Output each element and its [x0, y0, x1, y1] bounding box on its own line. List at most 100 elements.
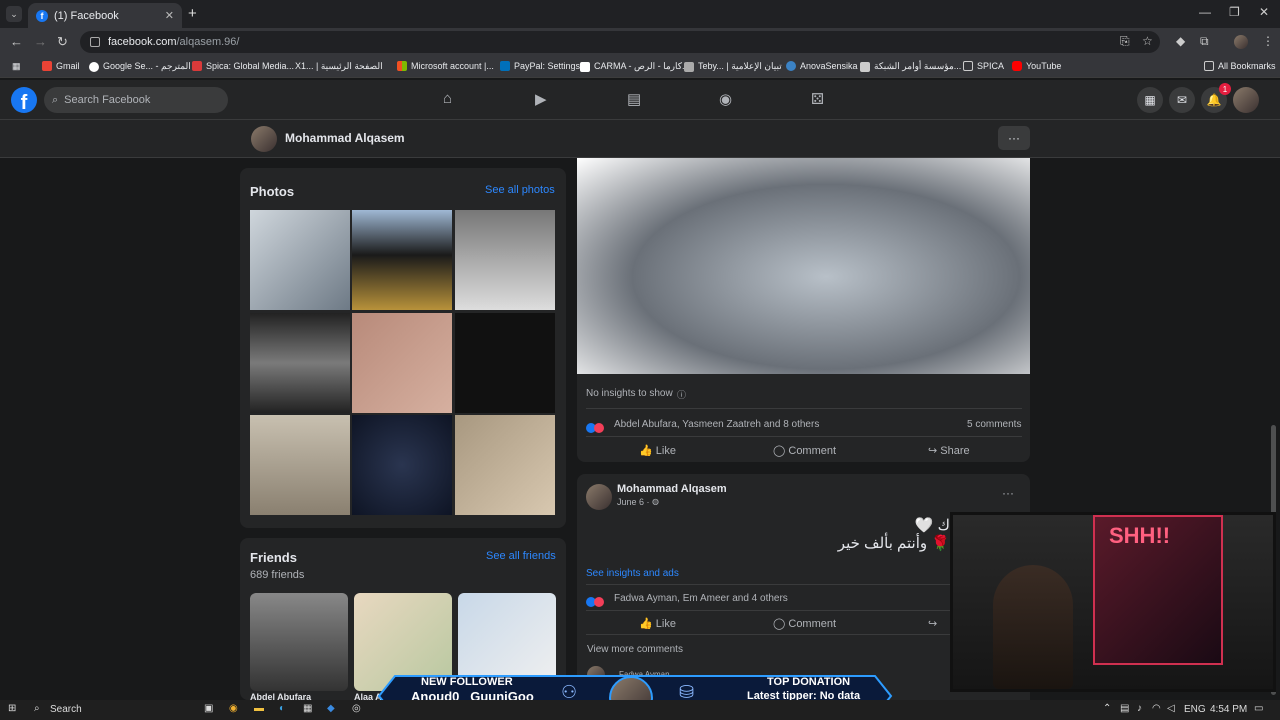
- bookmark-paypal[interactable]: PayPal: Settings: [500, 61, 580, 71]
- bookmark-carma[interactable]: CARMA - كارما - الرص...: [580, 61, 690, 72]
- tray-expand-icon[interactable]: ⌃: [1103, 703, 1111, 714]
- language-indicator[interactable]: ENG: [1184, 704, 1206, 715]
- close-window-icon[interactable]: ✕: [1259, 5, 1269, 19]
- bookmark-microsoft[interactable]: Microsoft account |...: [397, 61, 494, 71]
- see-all-friends-link[interactable]: See all friends: [486, 550, 556, 562]
- like-button[interactable]: 👍 Like: [639, 617, 676, 630]
- extension-diamond-icon[interactable]: ◆: [1176, 34, 1185, 48]
- task-view-icon[interactable]: ▣: [204, 703, 213, 714]
- share-button[interactable]: ↪ Share: [928, 444, 970, 457]
- menu-grid-icon[interactable]: ▦: [1137, 87, 1163, 113]
- browser-tab-facebook[interactable]: f (1) Facebook ✕: [28, 3, 182, 28]
- new-tab-button[interactable]: +: [188, 5, 197, 22]
- photo-thumbnail[interactable]: [455, 210, 555, 310]
- url-host: facebook.com: [108, 36, 177, 48]
- address-bar[interactable]: facebook.com/alqasem.96/: [80, 31, 1160, 53]
- microphone-icon[interactable]: ♪: [1137, 703, 1142, 714]
- post-author[interactable]: Mohammad Alqasem: [617, 483, 727, 495]
- reload-icon[interactable]: ↻: [57, 34, 68, 50]
- bookmark-gmail[interactable]: Gmail: [42, 61, 80, 71]
- bookmark-spica-media[interactable]: Spica: Global Media...: [192, 61, 294, 71]
- profile-more-button[interactable]: ···: [998, 126, 1030, 150]
- photo-thumbnail[interactable]: [250, 313, 350, 413]
- like-button[interactable]: 👍 Like: [639, 444, 676, 457]
- post-author-avatar[interactable]: [586, 484, 612, 510]
- profile-avatar[interactable]: [251, 126, 277, 152]
- video-icon[interactable]: ▶: [535, 90, 547, 108]
- network-icon[interactable]: ◠: [1152, 703, 1161, 714]
- bookmark-star-icon[interactable]: ☆: [1142, 34, 1153, 48]
- spica-icon: [192, 61, 202, 71]
- photo-thumbnail[interactable]: [250, 210, 350, 310]
- volume-icon[interactable]: ◁: [1167, 703, 1175, 714]
- gmail-icon: [42, 61, 52, 71]
- facebook-search-box[interactable]: ⌕: [44, 87, 228, 113]
- obs-icon[interactable]: ◎: [352, 703, 361, 714]
- store-icon[interactable]: ▦: [303, 703, 312, 714]
- view-more-comments-link[interactable]: View more comments: [587, 644, 683, 655]
- comment-button[interactable]: ◯ Comment: [773, 444, 836, 457]
- photo-thumbnail[interactable]: [352, 313, 452, 413]
- marketplace-icon[interactable]: ▤: [627, 90, 641, 108]
- photo-thumbnail[interactable]: [352, 415, 452, 515]
- tab-close-icon[interactable]: ✕: [165, 9, 174, 22]
- facebook-logo-icon[interactable]: f: [11, 87, 37, 113]
- groups-icon[interactable]: ◉: [719, 90, 732, 108]
- chrome-taskbar-icon[interactable]: ◉: [229, 703, 238, 714]
- photo-thumbnail[interactable]: [250, 415, 350, 515]
- comment-button[interactable]: ◯ Comment: [773, 617, 836, 630]
- gaming-icon[interactable]: ⚄: [811, 90, 824, 108]
- clock-time[interactable]: 4:54 PM: [1210, 704, 1247, 715]
- post-photo[interactable]: [577, 158, 1030, 374]
- tray-app-icon[interactable]: ▤: [1120, 703, 1129, 714]
- all-bookmarks-folder[interactable]: All Bookmarks: [1204, 61, 1276, 71]
- photo-thumbnail[interactable]: [352, 210, 452, 310]
- bookmark-teby[interactable]: Teby... | تبيان الإعلامية: [684, 61, 782, 72]
- extensions-puzzle-icon[interactable]: ⧉: [1200, 34, 1209, 49]
- facebook-search-input[interactable]: [64, 94, 215, 106]
- bookmark-anovasensika[interactable]: AnovaSensika: [786, 61, 858, 71]
- vscode-icon[interactable]: ◆: [327, 703, 335, 714]
- see-all-photos-link[interactable]: See all photos: [485, 184, 555, 196]
- bookmark-folder-spica[interactable]: SPICA: [963, 61, 1004, 71]
- bookmark-x1[interactable]: X1... | الصفحة الرئيسية: [295, 61, 383, 72]
- edge-icon[interactable]: ◐: [279, 703, 285, 714]
- chrome-menu-icon[interactable]: ⋮: [1262, 34, 1274, 48]
- messenger-icon[interactable]: ✉: [1169, 87, 1195, 113]
- photo-thumbnail[interactable]: [455, 415, 555, 515]
- search-icon: ⌕: [52, 93, 59, 106]
- restore-icon[interactable]: ❐: [1229, 5, 1240, 19]
- youtube-icon: [1012, 61, 1022, 71]
- bookmark-network-foundation[interactable]: مؤسسة أوامر الشبكة...: [860, 61, 961, 72]
- tab-search-button[interactable]: ⌄: [6, 6, 22, 22]
- install-app-icon[interactable]: ⎘: [1120, 34, 1130, 49]
- notifications-bell-icon[interactable]: 🔔 1: [1201, 83, 1231, 113]
- chrome-profile-avatar[interactable]: [1234, 35, 1248, 49]
- site-info-icon[interactable]: [90, 37, 100, 47]
- share-icon[interactable]: ↪: [928, 617, 937, 630]
- bookmark-youtube[interactable]: YouTube: [1012, 61, 1061, 71]
- friend-photo[interactable]: [250, 593, 348, 691]
- account-avatar[interactable]: [1233, 87, 1259, 113]
- profile-name[interactable]: Mohammad Alqasem: [285, 131, 405, 145]
- bookmark-google-translate[interactable]: Google Se... - المترجم: [89, 61, 191, 72]
- reactions-summary[interactable]: Fadwa Ayman, Em Ameer and 4 others: [614, 593, 788, 604]
- back-icon[interactable]: ←: [10, 34, 23, 49]
- friends-count: 689 friends: [250, 569, 305, 581]
- reactions-summary[interactable]: Abdel Abufara, Yasmeen Zaatreh and 8 oth…: [614, 419, 819, 430]
- post-more-icon[interactable]: ···: [1002, 486, 1014, 500]
- home-icon[interactable]: ⌂: [443, 90, 452, 107]
- post-date[interactable]: June 6 ·: [617, 497, 650, 507]
- notification-center-icon[interactable]: ▭: [1254, 703, 1263, 714]
- windows-start-icon[interactable]: ⊞: [8, 703, 16, 714]
- file-explorer-icon[interactable]: ▬: [254, 703, 264, 714]
- forward-icon[interactable]: →: [34, 34, 47, 49]
- minimize-icon[interactable]: —: [1199, 5, 1211, 19]
- taskbar-search-label[interactable]: Search: [50, 704, 82, 715]
- photo-thumbnail[interactable]: [455, 313, 555, 413]
- see-insights-link[interactable]: See insights and ads: [586, 568, 679, 579]
- search-icon[interactable]: ⌕: [34, 703, 40, 714]
- info-icon[interactable]: ⓘ: [677, 388, 686, 401]
- apps-grid-icon[interactable]: ▦: [12, 61, 21, 72]
- comments-count[interactable]: 5 comments: [967, 419, 1021, 430]
